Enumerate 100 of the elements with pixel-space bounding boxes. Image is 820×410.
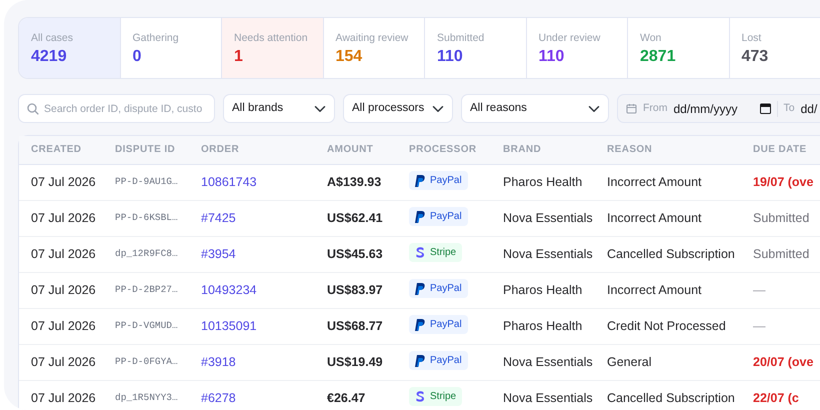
stat-value: 154 [336, 46, 362, 66]
dispute-id: PP-D-6KSBL… [103, 200, 189, 236]
stat-value: 473 [742, 46, 768, 66]
stat-tile[interactable]: Won 2871 [628, 18, 730, 78]
due-date: Submitted [741, 236, 820, 272]
column-header: DUE DATE [741, 136, 820, 164]
stat-tile[interactable]: Awaiting review 154 [324, 18, 425, 78]
processor-badge: Stripe [409, 243, 462, 262]
due-date: 19/07 (ove [741, 164, 820, 200]
amount: US$62.41 [315, 200, 397, 236]
from-date-value[interactable]: dd/mm/yyyy [674, 100, 738, 118]
brand: Nova Essentials [491, 236, 595, 272]
created-date: 07 Jul 2026 [19, 380, 103, 410]
search-field[interactable]: Search order ID, dispute ID, custo [18, 94, 215, 123]
order-link[interactable]: #7425 [201, 210, 236, 225]
created-date: 07 Jul 2026 [19, 308, 103, 344]
due-date: 20/07 (ove [741, 344, 820, 380]
brand: Nova Essentials [491, 344, 595, 380]
processor-logo-icon [415, 174, 425, 187]
due-date: 22/07 (c [741, 380, 820, 410]
stat-label: Won [640, 31, 662, 46]
reason: General [595, 344, 741, 380]
filter-dropdown[interactable]: All reasons [461, 94, 609, 123]
amount: US$45.63 [315, 236, 397, 272]
dispute-id: PP-D-VGMUD… [103, 308, 189, 344]
processor-logo-icon [415, 246, 425, 260]
order-link[interactable]: 10135091 [201, 318, 257, 333]
order-link[interactable]: 10493234 [201, 282, 257, 297]
calendar-icon [626, 103, 637, 114]
stat-tile[interactable]: All cases 4219 [19, 18, 120, 78]
to-date-value[interactable]: dd/ [800, 100, 818, 118]
order-link[interactable]: #3918 [201, 354, 236, 369]
due-date: — [741, 272, 820, 308]
reason: Cancelled Subscription [595, 380, 741, 410]
stat-label: Lost [742, 31, 762, 46]
filter-dropdown[interactable]: All brands [223, 94, 335, 123]
dispute-id: dp_1R5NYY3… [103, 380, 189, 410]
stat-tile[interactable]: Under review 110 [526, 18, 628, 78]
processor-logo-icon [415, 282, 425, 295]
column-header: CREATED [19, 136, 103, 164]
stat-label: Needs attention [234, 31, 308, 46]
calendar-icon[interactable] [760, 103, 771, 114]
amount: US$68.77 [315, 308, 397, 344]
created-date: 07 Jul 2026 [19, 164, 103, 200]
dispute-id: PP-D-0FGYA… [103, 344, 189, 380]
created-date: 07 Jul 2026 [19, 200, 103, 236]
brand: Nova Essentials [491, 200, 595, 236]
stat-value: 4219 [31, 46, 67, 66]
brand: Pharos Health [491, 308, 595, 344]
amount: US$19.49 [315, 344, 397, 380]
reason: Incorrect Amount [595, 272, 741, 308]
created-date: 07 Jul 2026 [19, 272, 103, 308]
created-date: 07 Jul 2026 [19, 344, 103, 380]
column-header: DISPUTE ID [103, 136, 189, 164]
filter-dropdown[interactable]: All processors [343, 94, 453, 123]
processor-logo-icon [415, 210, 425, 223]
stat-value: 110 [538, 46, 564, 66]
stat-label: Awaiting review [336, 31, 408, 46]
brand: Pharos Health [491, 164, 595, 200]
column-header: AMOUNT [315, 136, 397, 164]
stat-value: 0 [132, 46, 142, 66]
column-header: PROCESSOR [397, 136, 491, 164]
processor-logo-icon [415, 354, 425, 367]
stat-tile[interactable]: Lost 473 [730, 18, 820, 78]
stat-tile[interactable]: Needs attention 1 [222, 18, 324, 78]
order-link[interactable]: 10861743 [201, 174, 257, 189]
amount: €26.47 [315, 380, 397, 410]
stat-label: Gathering [132, 31, 179, 46]
dispute-id: dp_12R9FC8… [103, 236, 189, 272]
order-link[interactable]: #3954 [201, 246, 236, 261]
brand: Nova Essentials [491, 380, 595, 410]
processor-logo-icon [415, 390, 425, 404]
dispute-id: PP-D-2BP27… [103, 272, 189, 308]
stat-label: All cases [31, 31, 74, 46]
stat-label: Under review [538, 31, 600, 46]
stat-value: 2871 [640, 46, 676, 66]
from-label: From [643, 100, 668, 116]
order-link[interactable]: #6278 [201, 390, 236, 405]
created-date: 07 Jul 2026 [19, 236, 103, 272]
processor-badge: PayPal [409, 279, 468, 298]
processor-badge: Stripe [409, 387, 462, 406]
column-header: BRAND [491, 136, 595, 164]
amount: A$139.93 [315, 164, 397, 200]
processor-badge: PayPal [409, 207, 468, 226]
processor-badge: PayPal [409, 315, 468, 334]
date-range-field[interactable]: From dd/mm/yyyy To dd/ [617, 94, 820, 123]
brand: Pharos Health [491, 272, 595, 308]
reason: Incorrect Amount [595, 164, 741, 200]
due-date: — [741, 308, 820, 344]
reason: Cancelled Subscription [595, 236, 741, 272]
amount: US$83.97 [315, 272, 397, 308]
stat-value: 110 [437, 46, 463, 66]
reason: Incorrect Amount [595, 200, 741, 236]
stat-label: Submitted [437, 31, 484, 46]
stat-tile[interactable]: Submitted 110 [425, 18, 526, 78]
to-label: To [784, 100, 795, 116]
processor-logo-icon [415, 318, 425, 331]
column-header: ORDER [189, 136, 315, 164]
due-date: Submitted [741, 200, 820, 236]
stat-value: 1 [234, 46, 243, 66]
